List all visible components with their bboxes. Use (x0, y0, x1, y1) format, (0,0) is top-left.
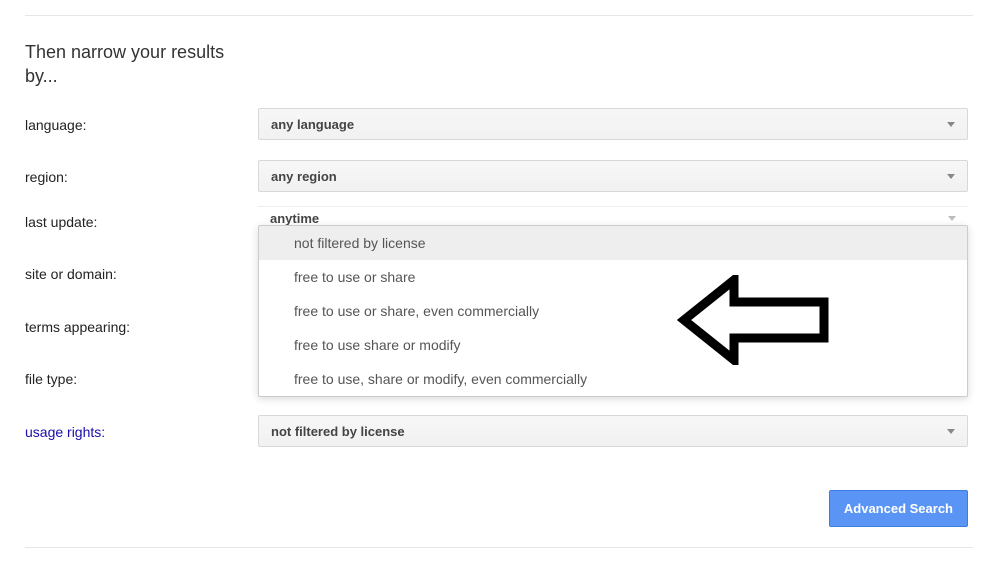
select-language-value: any language (271, 117, 354, 132)
advanced-search-button[interactable]: Advanced Search (829, 490, 968, 527)
select-usage-rights[interactable]: not filtered by license (258, 415, 968, 447)
select-region-value: any region (271, 169, 337, 184)
section-heading: Then narrow your results by... (25, 40, 235, 89)
select-region[interactable]: any region (258, 160, 968, 192)
select-language[interactable]: any language (258, 108, 968, 140)
label-usage-rights: usage rights: (25, 424, 105, 440)
usage-rights-option[interactable]: free to use, share or modify, even comme… (259, 362, 967, 396)
divider-bottom (25, 547, 973, 548)
chevron-down-icon (948, 216, 956, 221)
chevron-down-icon (947, 429, 955, 434)
label-site-or-domain: site or domain: (25, 266, 117, 282)
usage-rights-dropdown[interactable]: not filtered by license free to use or s… (258, 225, 968, 397)
usage-rights-option[interactable]: not filtered by license (259, 226, 967, 260)
label-file-type: file type: (25, 371, 77, 387)
select-last-update-value: anytime (270, 211, 319, 226)
label-terms-appearing: terms appearing: (25, 319, 130, 335)
chevron-down-icon (947, 122, 955, 127)
usage-rights-option[interactable]: free to use share or modify (259, 328, 967, 362)
select-usage-rights-value: not filtered by license (271, 424, 405, 439)
usage-rights-option[interactable]: free to use or share, even commercially (259, 294, 967, 328)
label-language: language: (25, 117, 87, 133)
chevron-down-icon (947, 174, 955, 179)
label-region: region: (25, 169, 68, 185)
label-last-update: last update: (25, 214, 97, 230)
usage-rights-option[interactable]: free to use or share (259, 260, 967, 294)
divider-top (25, 15, 973, 16)
